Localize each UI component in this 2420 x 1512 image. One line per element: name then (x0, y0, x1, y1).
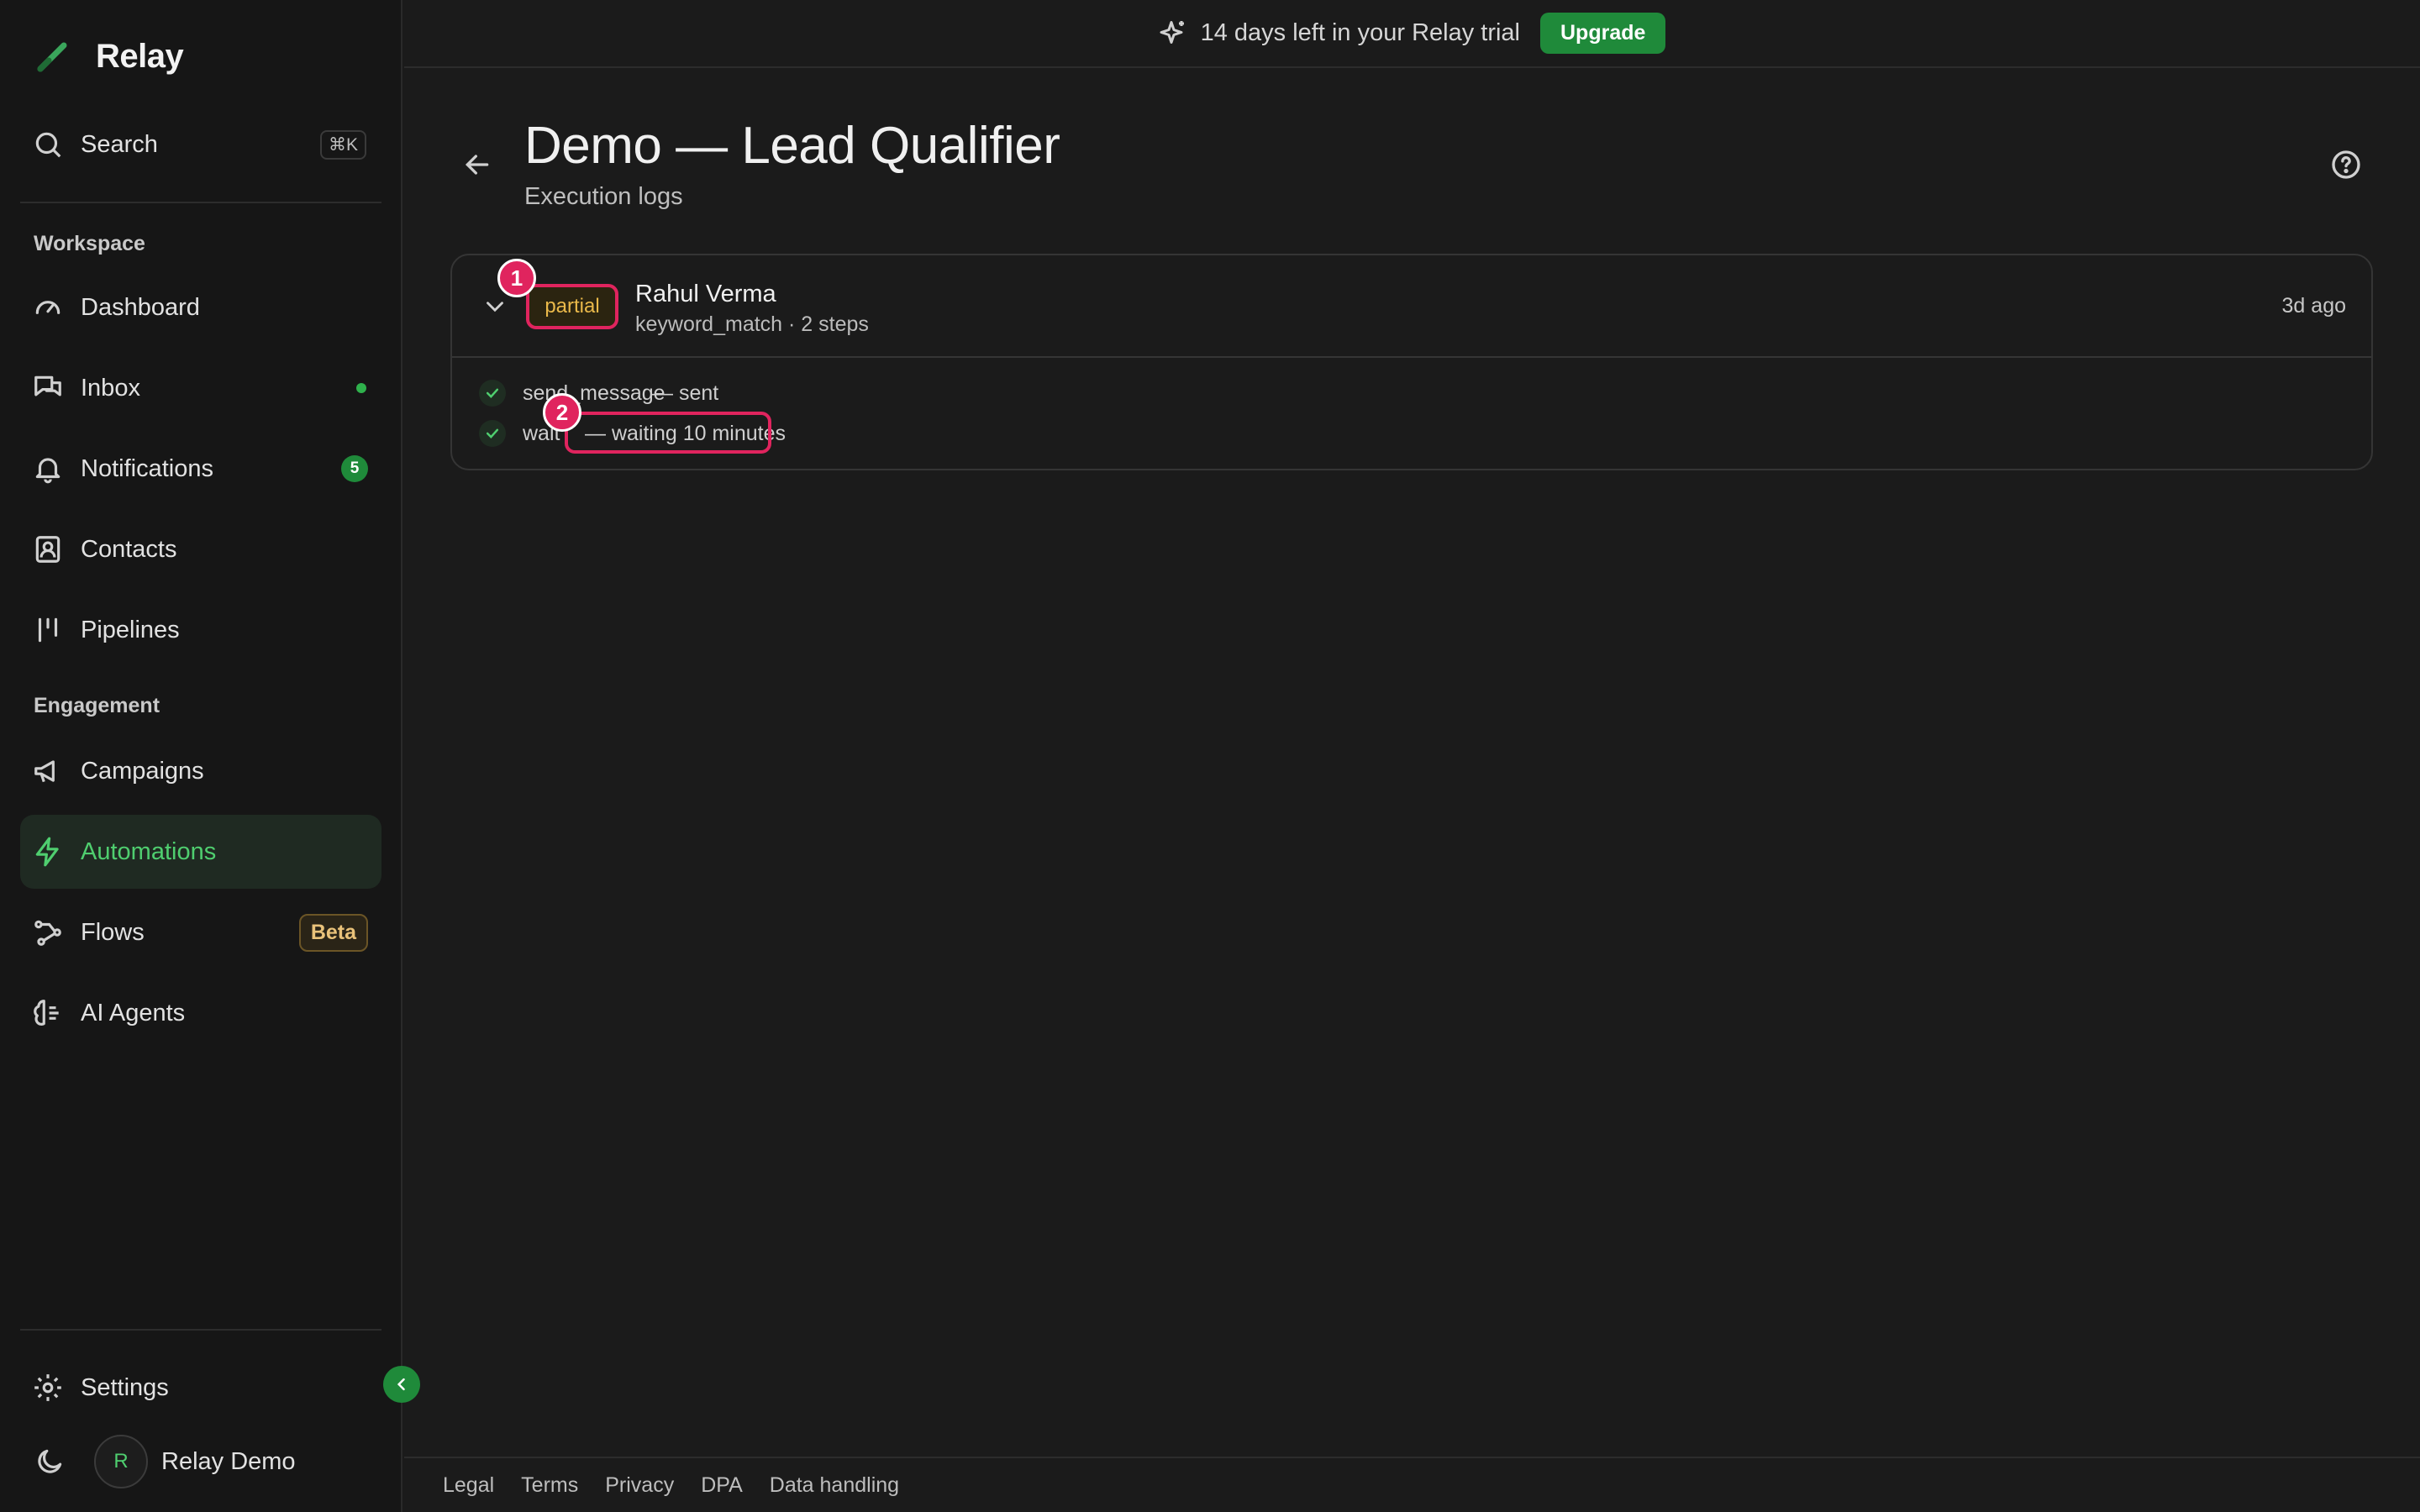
section-engagement: Engagement (34, 694, 160, 717)
sidebar-item-ai-agents[interactable]: AI Agents (20, 976, 381, 1050)
brand[interactable]: Relay (34, 35, 184, 77)
help-icon[interactable] (2329, 148, 2363, 181)
sidebar-item-label: Settings (81, 1373, 169, 1401)
annotation-marker: 1 (497, 259, 536, 297)
gear-icon (32, 1372, 64, 1404)
app-root: Relay Search ⌘K Workspace Dashboard Inbo… (0, 0, 2420, 1512)
step-row: send_message — sent (479, 376, 718, 410)
sidebar-item-campaigns[interactable]: Campaigns (20, 734, 381, 808)
sidebar-item-contacts[interactable]: Contacts (20, 512, 381, 586)
log-header[interactable]: partial 1 Rahul Verma keyword_match · 2 … (452, 255, 2371, 358)
annotation-marker: 2 (543, 393, 581, 432)
page-subtitle: Execution logs (524, 183, 683, 210)
footer-link-data-handling[interactable]: Data handling (770, 1473, 899, 1498)
sparkle-icon (1160, 20, 1184, 44)
notifications-count-badge: 5 (341, 455, 368, 482)
avatar[interactable]: R (94, 1435, 148, 1488)
log-meta: keyword_match · 2 steps (635, 312, 869, 336)
footer-link-dpa[interactable]: DPA (701, 1473, 743, 1498)
user-name[interactable]: Relay Demo (161, 1448, 296, 1476)
trial-banner: 14 days left in your Relay trial Upgrade (404, 0, 2420, 68)
search-label: Search (81, 130, 158, 158)
step-highlight (565, 412, 771, 454)
sidebar-item-pipelines[interactable]: Pipelines (20, 593, 381, 667)
pipeline-icon (32, 614, 64, 646)
step-row: wait — waiting 10 minutes (479, 417, 786, 450)
sidebar-item-label: AI Agents (81, 999, 186, 1026)
chevron-down-icon[interactable] (481, 292, 509, 321)
search-shortcut: ⌘K (319, 129, 366, 160)
sidebar-item-flows[interactable]: Flows Beta (20, 895, 381, 969)
step-name: send_message (523, 381, 666, 405)
check-icon (479, 380, 506, 407)
sidebar-item-label: Dashboard (81, 293, 200, 321)
step-result: — sent (652, 381, 719, 405)
sidebar-search[interactable]: Search ⌘K (20, 108, 381, 181)
unread-dot (356, 383, 366, 393)
search-icon (32, 129, 64, 160)
log-timestamp: 3d ago (2281, 294, 2346, 318)
sidebar-item-label: Automations (81, 837, 217, 865)
brand-name: Relay (96, 37, 184, 75)
ai-brain-icon (32, 997, 64, 1029)
sidebar-divider (20, 202, 381, 203)
execution-log-card: partial 1 Rahul Verma keyword_match · 2 … (450, 254, 2373, 470)
beta-badge: Beta (298, 913, 368, 952)
upgrade-button[interactable]: Upgrade (1540, 13, 1666, 54)
sidebar-item-label: Notifications (81, 454, 213, 482)
check-icon (479, 420, 506, 447)
contact-name: Rahul Verma (635, 281, 776, 307)
chevron-left-icon (397, 1378, 405, 1391)
bell-icon (32, 453, 64, 485)
arrow-left-icon[interactable] (460, 148, 494, 181)
megaphone-icon (32, 755, 64, 787)
sidebar-item-label: Contacts (81, 535, 177, 563)
sidebar-item-inbox[interactable]: Inbox (20, 351, 381, 425)
lightning-icon (32, 836, 64, 868)
flow-icon (32, 916, 64, 948)
footer-link-privacy[interactable]: Privacy (605, 1473, 674, 1498)
gauge-icon (32, 291, 64, 323)
trial-text: 14 days left in your Relay trial (1200, 19, 1520, 46)
footer-link-terms[interactable]: Terms (521, 1473, 578, 1498)
user-row[interactable]: R Relay Demo (20, 1428, 381, 1495)
moon-icon[interactable] (34, 1446, 66, 1478)
chat-icon (32, 372, 64, 404)
relay-logo-icon (37, 42, 67, 72)
collapse-sidebar-button[interactable] (383, 1366, 420, 1403)
sidebar-divider (20, 1329, 381, 1331)
sidebar-item-settings[interactable]: Settings (20, 1351, 381, 1425)
footer: Legal Terms Privacy DPA Data handling (404, 1457, 2420, 1512)
sidebar-item-automations[interactable]: Automations (20, 815, 381, 889)
sidebar-item-label: Inbox (81, 374, 140, 402)
page-title: Demo — Lead Qualifier (524, 117, 1060, 175)
sidebar-item-label: Flows (81, 918, 145, 946)
status-badge: partial (526, 284, 618, 329)
sidebar-item-label: Pipelines (81, 616, 180, 643)
footer-link-legal[interactable]: Legal (443, 1473, 494, 1498)
contact-card-icon (32, 533, 64, 565)
sidebar-item-notifications[interactable]: Notifications 5 (20, 432, 381, 506)
status-label: partial (544, 295, 600, 318)
sidebar: Relay Search ⌘K Workspace Dashboard Inbo… (0, 0, 402, 1512)
section-workspace: Workspace (34, 232, 145, 255)
sidebar-item-label: Campaigns (81, 757, 204, 785)
sidebar-item-dashboard[interactable]: Dashboard (20, 270, 381, 344)
